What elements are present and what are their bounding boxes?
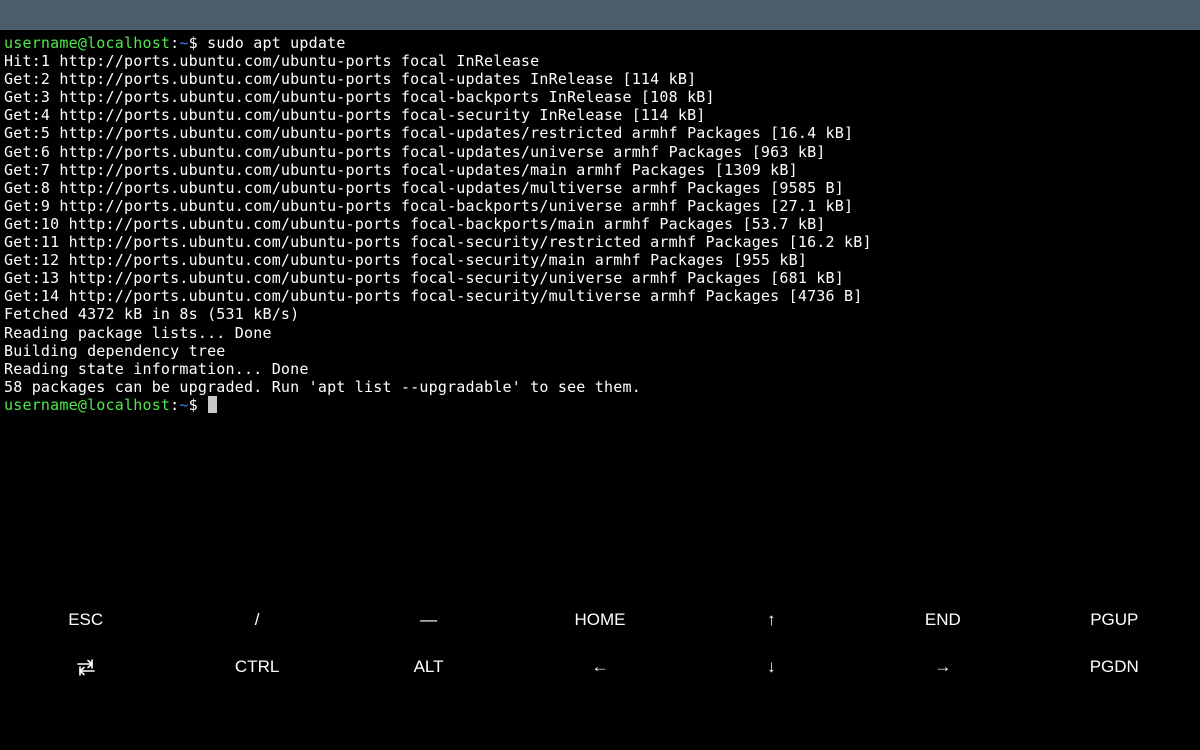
ctrl-key[interactable]: CTRL [171, 643, 342, 690]
prompt-user-host: username@localhost [4, 395, 171, 414]
down-arrow-key[interactable]: ↓ [686, 643, 857, 690]
output-line: Reading state information... Done [4, 359, 309, 378]
slash-key[interactable]: / [171, 596, 342, 643]
pgdn-key-label: PGDN [1089, 656, 1139, 676]
output-line: Building dependency tree [4, 341, 226, 360]
esc-key-label: ESC [68, 609, 104, 629]
output-line: Get:3 http://ports.ubuntu.com/ubuntu-por… [4, 88, 715, 107]
status-bar [0, 0, 1200, 30]
tab-key[interactable] [0, 643, 171, 690]
right-arrow-key[interactable]: → [857, 643, 1028, 690]
prompt-user-host: username@localhost [4, 34, 171, 52]
alt-key-label: ALT [413, 656, 444, 676]
prompt-separator: : [170, 34, 180, 52]
up-arrow-key[interactable]: ↑ [686, 596, 857, 643]
prompt-symbol: $ [188, 395, 208, 414]
slash-key-label: / [254, 609, 260, 629]
up-arrow-key-label: ↑ [767, 609, 776, 629]
output-line: Reading package lists... Done [4, 323, 272, 342]
terminal-output[interactable]: username@localhost:~$ sudo apt update Hit… [4, 34, 1194, 594]
home-key[interactable]: HOME [514, 596, 685, 643]
active-prompt-line: username@localhost:~$ [4, 395, 1194, 414]
home-key-label: HOME [574, 609, 626, 629]
output-line: Get:9 http://ports.ubuntu.com/ubuntu-por… [4, 196, 854, 215]
dash-key-label: ― [420, 609, 438, 629]
ctrl-key-label: CTRL [234, 656, 280, 676]
command-text: sudo apt update [207, 34, 346, 52]
right-arrow-key-label: → [934, 656, 952, 676]
prompt-separator: : [170, 395, 180, 414]
down-arrow-key-label: ↓ [767, 656, 776, 676]
text-cursor [208, 395, 218, 413]
prompt-path: ~ [179, 34, 189, 52]
output-line: Get:14 http://ports.ubuntu.com/ubuntu-po… [4, 287, 863, 306]
extra-keys-bar: ESC / ― HOME ↑ END PGUP CTRL ALT ← ↓ → PGDN [0, 596, 1200, 690]
output-line: Get:5 http://ports.ubuntu.com/ubuntu-por… [4, 124, 854, 143]
output-line: Get:4 http://ports.ubuntu.com/ubuntu-por… [4, 106, 706, 125]
pgdn-key[interactable]: PGDN [1029, 643, 1200, 690]
prompt-symbol: $ [188, 34, 208, 52]
output-line: Get:8 http://ports.ubuntu.com/ubuntu-por… [4, 178, 844, 197]
alt-key[interactable]: ALT [343, 643, 514, 690]
output-line: Get:6 http://ports.ubuntu.com/ubuntu-por… [4, 142, 826, 161]
output-line: Get:7 http://ports.ubuntu.com/ubuntu-por… [4, 160, 798, 179]
left-arrow-key[interactable]: ← [514, 643, 685, 690]
output-line: 58 packages can be upgraded. Run 'apt li… [4, 377, 641, 396]
command-line: username@localhost:~$ sudo apt update [4, 34, 1194, 52]
end-key[interactable]: END [857, 596, 1028, 643]
output-line: Get:13 http://ports.ubuntu.com/ubuntu-po… [4, 269, 844, 288]
tab-arrows-icon [75, 658, 97, 676]
left-arrow-key-label: ← [591, 656, 609, 676]
output-line: Get:10 http://ports.ubuntu.com/ubuntu-po… [4, 214, 826, 233]
output-line: Get:11 http://ports.ubuntu.com/ubuntu-po… [4, 233, 872, 252]
output-line: Hit:1 http://ports.ubuntu.com/ubuntu-por… [4, 52, 540, 71]
output-line: Get:12 http://ports.ubuntu.com/ubuntu-po… [4, 251, 808, 270]
esc-key[interactable]: ESC [0, 596, 171, 643]
pgup-key[interactable]: PGUP [1029, 596, 1200, 643]
pgup-key-label: PGUP [1090, 609, 1139, 629]
output-line: Get:2 http://ports.ubuntu.com/ubuntu-por… [4, 70, 697, 89]
dash-key[interactable]: ― [343, 596, 514, 643]
prompt-path: ~ [179, 395, 189, 414]
output-line: Fetched 4372 kB in 8s (531 kB/s) [4, 305, 300, 324]
end-key-label: END [924, 609, 961, 629]
